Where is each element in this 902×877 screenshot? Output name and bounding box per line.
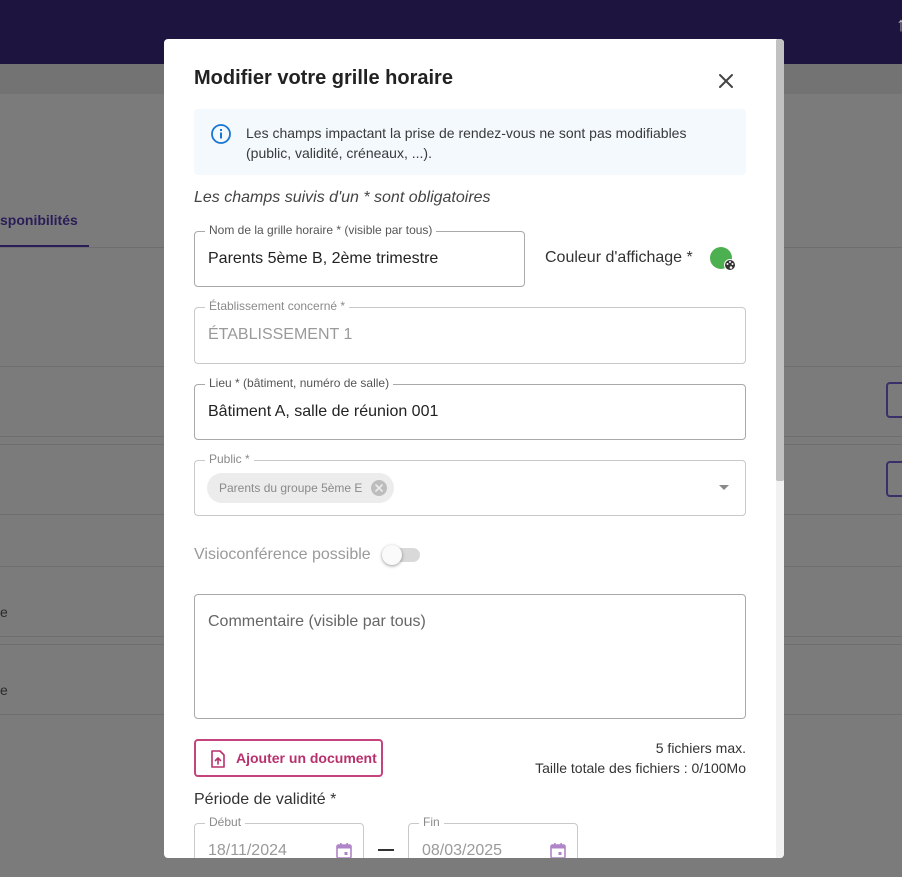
- color-label: Couleur d'affichage *: [545, 249, 693, 266]
- schedule-name-label: Nom de la grille horaire * (visible par …: [205, 223, 437, 237]
- comment-placeholder: Commentaire (visible par tous): [208, 613, 426, 630]
- info-text: Les champs impactant la prise de rendez-…: [246, 125, 687, 161]
- location-value[interactable]: Bâtiment A, salle de réunion 001: [208, 403, 438, 421]
- dialog-title: Modifier votre grille horaire: [194, 67, 453, 89]
- tab-availability: sponibilités: [0, 212, 78, 228]
- visio-toggle-knob[interactable]: [382, 545, 402, 565]
- calendar-icon: [336, 843, 352, 858]
- establishment-value: ÉTABLISSEMENT 1: [208, 326, 353, 343]
- scrollbar-thumb[interactable]: [776, 39, 784, 481]
- start-date-value: 18/11/2024: [208, 842, 287, 858]
- palette-icon[interactable]: [723, 258, 737, 272]
- end-date-value: 08/03/2025: [422, 842, 503, 858]
- info-icon: [211, 124, 231, 144]
- row-text: e: [0, 682, 8, 698]
- visio-label: Visioconférence possible: [194, 546, 371, 563]
- start-date-label: Début: [205, 815, 246, 829]
- end-date-field: Fin 08/03/2025: [408, 815, 578, 858]
- close-button[interactable]: [714, 69, 738, 93]
- date-range-separator: [378, 849, 394, 851]
- public-chip-label: Parents du groupe 5ème E: [219, 481, 363, 495]
- public-label: Public *: [205, 452, 254, 466]
- file-upload-icon: [211, 750, 225, 768]
- row-text: e: [0, 604, 8, 620]
- schedule-name-field[interactable]: Nom de la grille horaire * (visible par …: [194, 223, 525, 287]
- edit-schedule-dialog: Modifier votre grille horaire Les champs…: [164, 39, 784, 858]
- public-chip: Parents du groupe 5ème E: [207, 473, 395, 503]
- add-document-button[interactable]: Ajouter un document: [194, 739, 383, 777]
- location-field[interactable]: Lieu * (bâtiment, numéro de salle) Bâtim…: [194, 376, 746, 440]
- files-size-text: Taille totale des fichiers : 0/100Mo: [535, 760, 746, 776]
- close-icon: [719, 74, 733, 88]
- row-action-button[interactable]: [886, 461, 902, 497]
- schedule-name-value[interactable]: Parents 5ème B, 2ème trimestre: [208, 250, 438, 268]
- end-date-label: Fin: [419, 815, 444, 829]
- comment-textarea[interactable]: Commentaire (visible par tous): [194, 594, 746, 719]
- establishment-label: Établissement concerné *: [205, 299, 350, 313]
- establishment-field: Établissement concerné * ÉTABLISSEMENT 1: [194, 299, 746, 364]
- validity-period-label: Période de validité *: [194, 791, 337, 808]
- files-max-text: 5 fichiers max.: [655, 740, 746, 756]
- top-right-icon[interactable]: ↑: [896, 14, 902, 37]
- public-select: Public * Parents du groupe 5ème E: [194, 452, 746, 516]
- chip-remove-icon: [371, 480, 388, 496]
- start-date-field: Début 18/11/2024: [194, 815, 364, 858]
- required-note: Les champs suivis d'un * sont obligatoir…: [194, 189, 491, 206]
- calendar-icon: [550, 843, 566, 858]
- info-alert: Les champs impactant la prise de rendez-…: [194, 109, 746, 175]
- add-document-label: Ajouter un document: [236, 750, 377, 766]
- row-action-button[interactable]: [886, 382, 902, 418]
- chevron-down-icon: [719, 485, 729, 490]
- location-label: Lieu * (bâtiment, numéro de salle): [205, 376, 394, 390]
